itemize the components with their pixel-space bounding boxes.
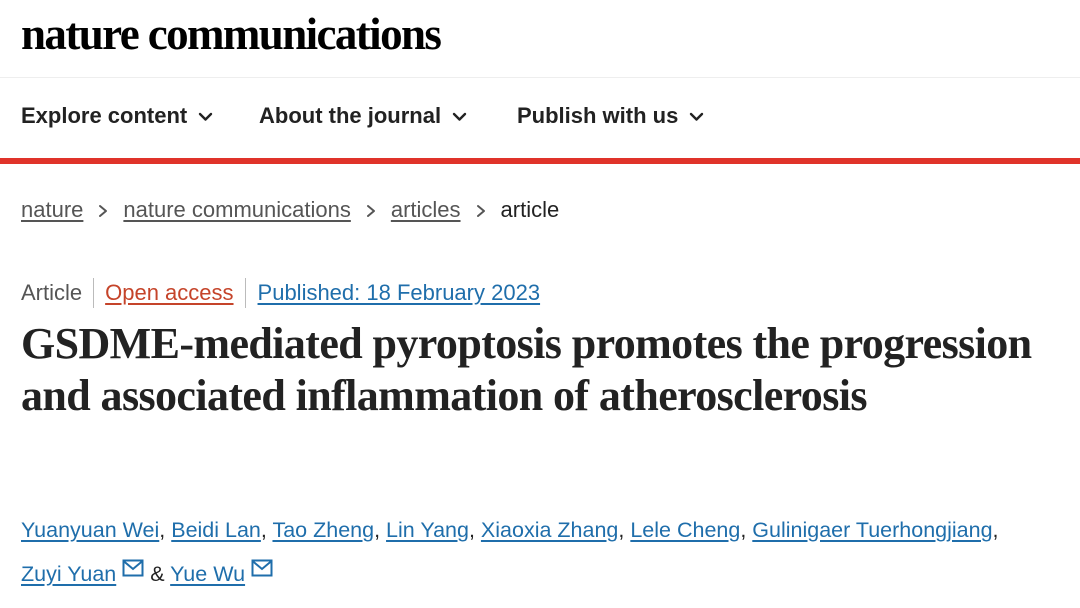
author-link[interactable]: Zuyi Yuan	[21, 562, 116, 586]
chevron-right-icon	[475, 203, 487, 217]
nav-publish-with-us[interactable]: Publish with us	[517, 103, 704, 129]
nav-item-label: Explore content	[21, 103, 188, 128]
breadcrumb-link-journal[interactable]: nature communications	[123, 197, 350, 223]
article-meta: Article Open access Published: 18 Februa…	[21, 278, 540, 308]
site-logo[interactable]: nature communications	[21, 8, 442, 60]
nav-item-label: Publish with us	[517, 103, 679, 128]
author-list: Yuanyuan Wei, Beidi Lan, Tao Zheng, Lin …	[21, 508, 1071, 596]
breadcrumb-current: article	[500, 197, 560, 222]
site-header: nature communications	[0, 0, 1080, 78]
nav-about-journal[interactable]: About the journal	[259, 103, 467, 129]
breadcrumb-link-nature[interactable]: nature	[21, 197, 83, 223]
author-link[interactable]: Beidi Lan	[171, 518, 261, 542]
accent-divider	[0, 158, 1080, 164]
author-separator: ,	[159, 518, 166, 542]
author-separator: ,	[260, 518, 267, 542]
chevron-right-icon	[97, 203, 109, 217]
published-date-link[interactable]: Published: 18 February 2023	[246, 278, 541, 308]
author-separator: ,	[618, 518, 625, 542]
author-conjunction: &	[150, 562, 165, 586]
author-link[interactable]: Xiaoxia Zhang	[481, 518, 618, 542]
author-separator: ,	[740, 518, 747, 542]
author-separator: ,	[992, 518, 999, 542]
author-separator: ,	[468, 518, 475, 542]
author-link[interactable]: Lin Yang	[386, 518, 469, 542]
main-nav: Explore content About the journal Publis…	[0, 79, 1080, 159]
article-type: Article	[21, 278, 95, 308]
mail-icon[interactable]	[251, 559, 273, 577]
nav-explore-content[interactable]: Explore content	[21, 103, 213, 129]
chevron-right-icon	[365, 203, 377, 217]
chevron-down-icon	[452, 109, 467, 124]
author-separator: ,	[374, 518, 381, 542]
author-link[interactable]: Yuanyuan Wei	[21, 518, 159, 542]
breadcrumb-link-articles[interactable]: articles	[391, 197, 461, 223]
chevron-down-icon	[198, 109, 213, 124]
breadcrumb: nature nature communications articles ar…	[21, 197, 559, 223]
open-access-link[interactable]: Open access	[94, 278, 246, 308]
nav-item-label: About the journal	[259, 103, 442, 128]
author-link[interactable]: Lele Cheng	[630, 518, 740, 542]
mail-icon[interactable]	[122, 559, 144, 577]
author-link[interactable]: Gulinigaer Tuerhongjiang	[752, 518, 992, 542]
chevron-down-icon	[689, 109, 704, 124]
author-link[interactable]: Tao Zheng	[272, 518, 374, 542]
author-link[interactable]: Yue Wu	[170, 562, 245, 586]
article-title: GSDME-mediated pyroptosis promotes the p…	[21, 319, 1032, 420]
